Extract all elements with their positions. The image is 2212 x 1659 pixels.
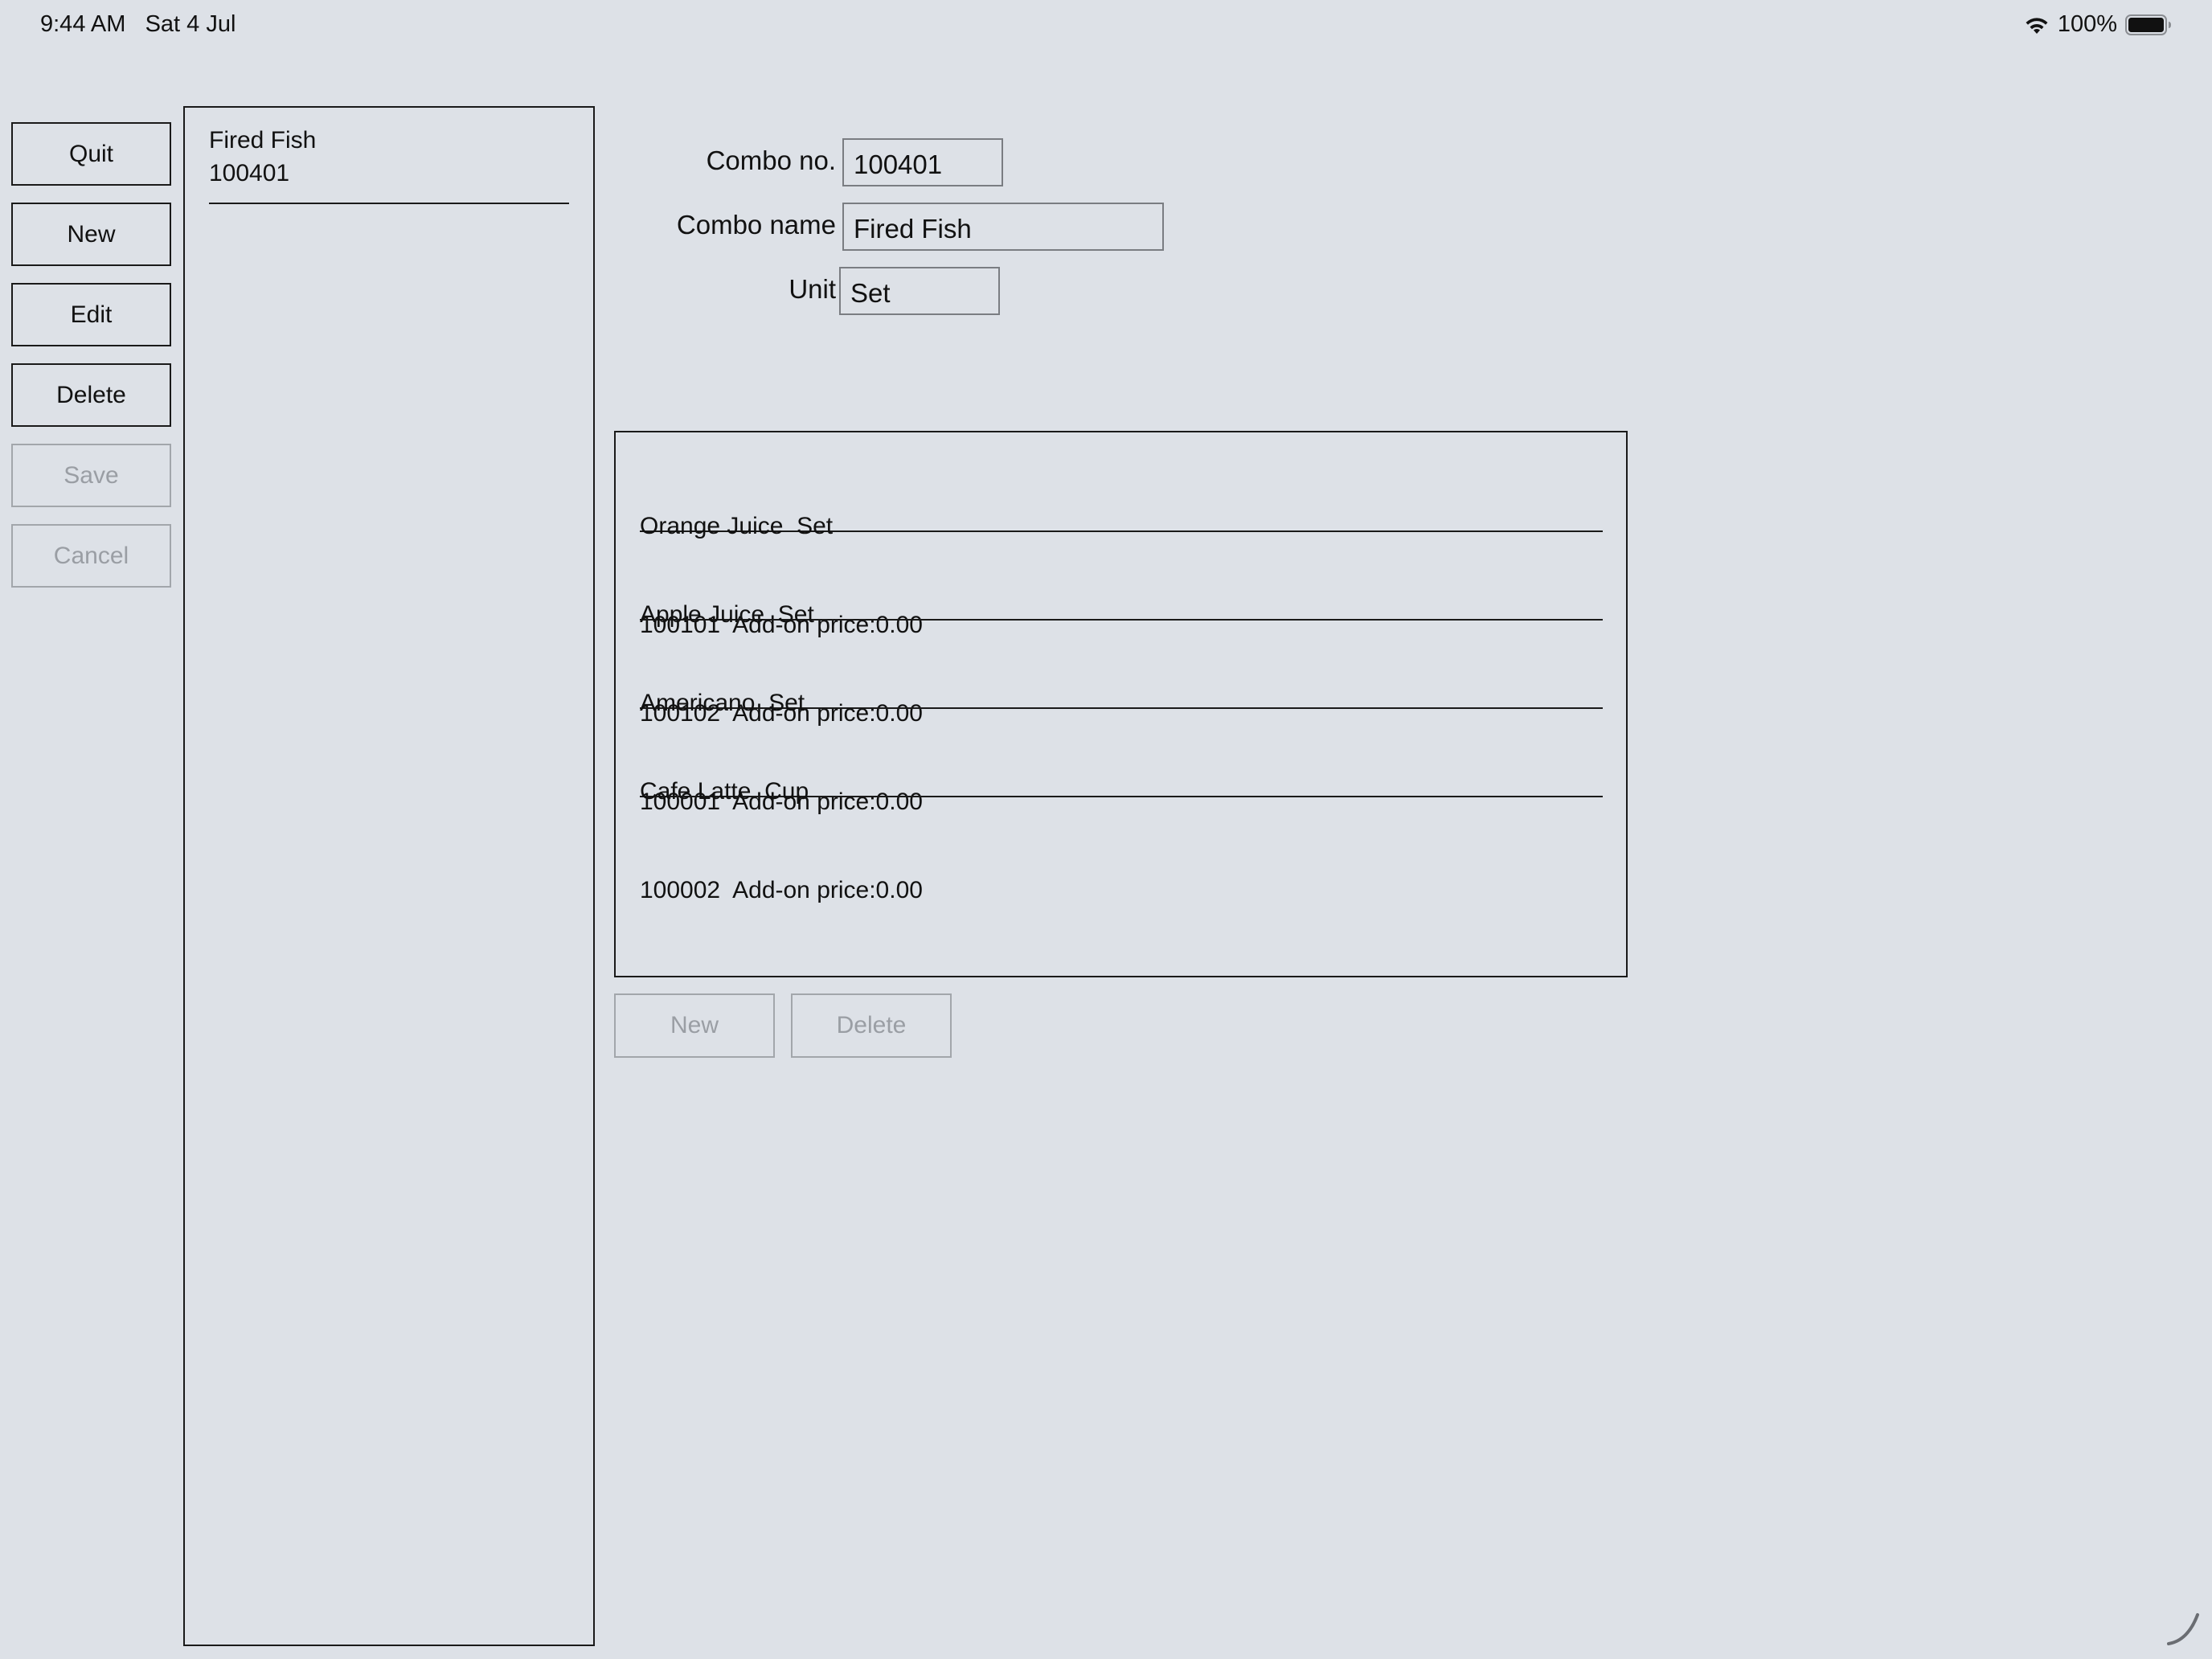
component-new-button[interactable]: New	[614, 993, 775, 1058]
combo-no-field[interactable]	[842, 138, 1003, 186]
battery-percentage: 100%	[2057, 11, 2117, 37]
list-item[interactable]: Orange Juice Set 100101 Add-on price:0.0…	[640, 444, 1603, 638]
combo-components-list[interactable]: Orange Juice Set 100101 Add-on price:0.0…	[614, 431, 1628, 977]
edit-button[interactable]: Edit	[11, 283, 171, 346]
component-title: Cafe Latte Cup	[640, 778, 809, 805]
component-detail: 100002 Add-on price:0.00	[640, 877, 923, 903]
combo-list[interactable]: Fired Fish 100401	[183, 106, 595, 1646]
wifi-icon	[2024, 14, 2050, 35]
delete-button[interactable]: Delete	[11, 363, 171, 427]
unit-field[interactable]	[839, 267, 1000, 315]
combo-item-code: 100401	[209, 160, 290, 186]
list-item[interactable]: Americano Set 100001 Add-on price:0.00	[640, 621, 1603, 815]
status-date: Sat 4 Jul	[145, 11, 236, 37]
combo-name-label: Combo name	[676, 210, 836, 240]
quit-button[interactable]: Quit	[11, 122, 171, 186]
component-delete-button[interactable]: Delete	[791, 993, 952, 1058]
combo-no-label: Combo no.	[706, 145, 836, 175]
combo-item-name: Fired Fish	[209, 127, 317, 154]
list-item[interactable]: Cafe Latte Cup 100002 Add-on price:0.00	[640, 709, 1603, 903]
combo-name-field[interactable]	[842, 203, 1164, 251]
resize-handle-icon[interactable]	[2164, 1608, 2204, 1653]
save-button[interactable]: Save	[11, 444, 171, 507]
battery-full-icon	[2125, 14, 2172, 35]
status-bar: 9:44 AM Sat 4 Jul 100%	[0, 0, 2212, 53]
status-indicators: 100%	[2024, 11, 2172, 38]
unit-label: Unit	[789, 274, 836, 304]
list-item[interactable]: Apple Juice Set 100102 Add-on price:0.00	[640, 532, 1603, 727]
combo-list-item[interactable]: Fired Fish 100401	[209, 124, 569, 204]
status-time: 9:44 AM	[40, 11, 126, 37]
cancel-button[interactable]: Cancel	[11, 524, 171, 588]
status-time-date: 9:44 AM Sat 4 Jul	[40, 11, 236, 38]
new-button[interactable]: New	[11, 203, 171, 266]
